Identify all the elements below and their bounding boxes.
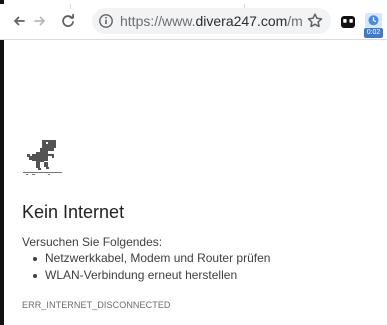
bullet-icon — [33, 274, 37, 278]
error-code: ERR_INTERNET_DISCONNECTED — [22, 300, 171, 310]
suggestion-item-wifi: WLAN-Verbindung erneut herstellen — [22, 267, 270, 284]
left-window-edge — [0, 0, 4, 325]
bookmark-star-icon[interactable] — [306, 12, 324, 30]
reload-icon[interactable] — [58, 11, 78, 31]
extension-icon[interactable] — [340, 14, 356, 30]
url-prefix: https://www. — [120, 13, 196, 29]
offline-error-content: Kein Internet Versuchen Sie Folgendes: N… — [22, 136, 382, 310]
back-arrow-icon[interactable] — [9, 11, 29, 31]
suggestion-text: WLAN-Verbindung erneut herstellen — [45, 268, 238, 282]
suggestions-heading: Versuchen Sie Folgendes: — [22, 235, 163, 249]
error-title: Kein Internet — [22, 202, 125, 222]
forward-arrow-icon[interactable] — [30, 11, 50, 31]
browser-window: https://www.divera247.com/mon... 0:02 — [0, 0, 387, 325]
url-text[interactable]: https://www.divera247.com/mon... — [120, 12, 303, 30]
suggestion-item-cable: Netzwerkkabel, Modem und Router prüfen — [22, 250, 270, 267]
suggestion-text: Netzwerkkabel, Modem und Router prüfen — [45, 251, 271, 265]
suggestions-list: Netzwerkkabel, Modem und Router prüfen W… — [22, 250, 270, 284]
url-domain: divera247.com — [195, 13, 288, 29]
dinosaur-icon — [23, 140, 62, 175]
url-suffix: /mon... — [287, 13, 303, 29]
extension-timer-badge: 0:02 — [364, 28, 383, 38]
info-icon[interactable] — [98, 13, 114, 29]
address-bar[interactable]: https://www.divera247.com/mon... — [92, 8, 331, 34]
bullet-icon — [33, 257, 37, 261]
tab-edge-left — [70, 4, 71, 9]
browser-toolbar: https://www.divera247.com/mon... 0:02 — [0, 4, 387, 40]
